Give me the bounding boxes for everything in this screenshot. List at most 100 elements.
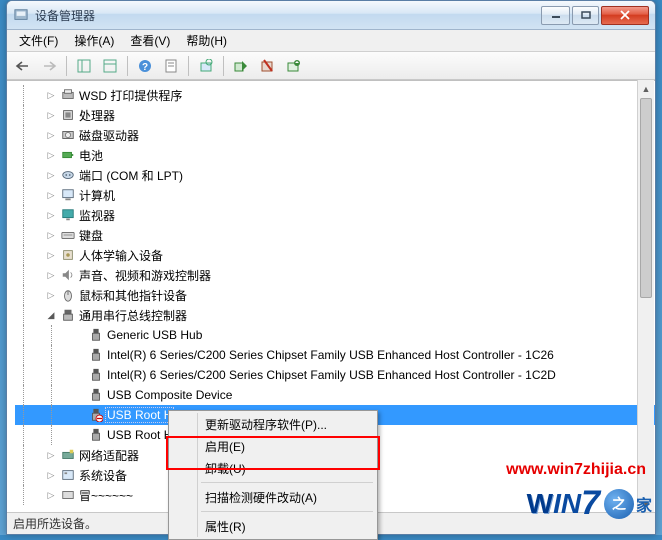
uninstall-button[interactable] (255, 55, 279, 77)
node-label: 人体学输入设备 (77, 247, 165, 264)
scroll-up-button[interactable]: ▲ (638, 80, 654, 97)
usb-disabled-icon (87, 407, 105, 423)
node-label: 通用串行总线控制器 (77, 307, 189, 324)
node-label: 系统设备 (77, 467, 129, 484)
menu-view[interactable]: 查看(V) (122, 30, 178, 51)
menu-file[interactable]: 文件(F) (11, 30, 66, 51)
minimize-button[interactable] (541, 6, 570, 25)
expand-icon[interactable] (43, 250, 59, 261)
scan-hardware-button[interactable] (194, 55, 218, 77)
expand-icon[interactable] (43, 450, 59, 461)
system-icon (59, 467, 77, 483)
menu-action[interactable]: 操作(A) (66, 30, 122, 51)
node-label: 磁盘驱动器 (77, 127, 141, 144)
menu-help[interactable]: 帮助(H) (178, 30, 235, 51)
computer-icon (59, 187, 77, 203)
tree-node-usb-child[interactable]: USB Composite Device (15, 385, 655, 405)
node-label: USB Root H (105, 428, 174, 442)
expand-icon[interactable] (43, 490, 59, 501)
tree-node-cpu[interactable]: 处理器 (15, 105, 655, 125)
titlebar[interactable]: 设备管理器 (7, 1, 655, 30)
expand-icon[interactable] (43, 110, 59, 121)
help-button[interactable]: ? (133, 55, 157, 77)
expand-icon[interactable] (43, 470, 59, 481)
context-menu: 更新驱动程序软件(P)... 启用(E) 卸载(U) 扫描检测硬件改动(A) 属… (168, 410, 378, 540)
expand-icon[interactable] (43, 170, 59, 181)
ctx-separator (201, 482, 373, 483)
console-tree-button[interactable] (72, 55, 96, 77)
app-icon (13, 7, 29, 23)
show-hide-button[interactable] (98, 55, 122, 77)
close-button[interactable] (601, 6, 649, 25)
svg-text:?: ? (142, 62, 148, 73)
properties-button[interactable] (159, 55, 183, 77)
hid-icon (59, 247, 77, 263)
ctx-update-driver[interactable]: 更新驱动程序软件(P)... (171, 413, 375, 435)
expand-icon[interactable] (43, 270, 59, 281)
node-label: 鼠标和其他指针设备 (77, 287, 189, 304)
node-label: 冒~~~~~~ (77, 487, 135, 504)
tree-node-computer[interactable]: 计算机 (15, 185, 655, 205)
ctx-scan[interactable]: 扫描检测硬件改动(A) (171, 486, 375, 508)
toolbar-separator (66, 56, 67, 76)
tree-node-sound[interactable]: 声音、视频和游戏控制器 (15, 265, 655, 285)
window-controls (541, 6, 649, 25)
tree-node-disk[interactable]: 磁盘驱动器 (15, 125, 655, 145)
node-label: WSD 打印提供程序 (77, 87, 184, 104)
usb-controller-icon (59, 307, 77, 323)
device-icon (59, 487, 77, 503)
node-label: 电池 (77, 147, 105, 164)
node-label: Intel(R) 6 Series/C200 Series Chipset Fa… (105, 368, 558, 382)
ctx-separator (201, 511, 373, 512)
node-label: Intel(R) 6 Series/C200 Series Chipset Fa… (105, 348, 556, 362)
tree-node-mouse[interactable]: 鼠标和其他指针设备 (15, 285, 655, 305)
vertical-scrollbar[interactable]: ▲ ▼ (637, 80, 654, 512)
tree-node-usb-child[interactable]: Generic USB Hub (15, 325, 655, 345)
enable-button[interactable] (229, 55, 253, 77)
network-icon (59, 447, 77, 463)
expand-icon[interactable] (43, 190, 59, 201)
monitor-icon (59, 207, 77, 223)
window-title: 设备管理器 (35, 7, 541, 24)
node-label: 网络适配器 (77, 447, 141, 464)
node-label: 端口 (COM 和 LPT) (77, 167, 185, 184)
keyboard-icon (59, 227, 77, 243)
tree-node-keyboard[interactable]: 键盘 (15, 225, 655, 245)
tree-node-usb[interactable]: 通用串行总线控制器 (15, 305, 655, 325)
port-icon (59, 167, 77, 183)
scroll-down-button[interactable]: ▼ (638, 495, 654, 512)
menubar: 文件(F) 操作(A) 查看(V) 帮助(H) (7, 30, 655, 52)
toolbar-separator (127, 56, 128, 76)
forward-button[interactable] (37, 55, 61, 77)
collapse-icon[interactable] (43, 310, 59, 321)
expand-icon[interactable] (43, 210, 59, 221)
tree-node-wsd[interactable]: WSD 打印提供程序 (15, 85, 655, 105)
usb-icon (87, 327, 105, 343)
tree-node-usb-child[interactable]: Intel(R) 6 Series/C200 Series Chipset Fa… (15, 345, 655, 365)
expand-icon[interactable] (43, 150, 59, 161)
ctx-enable[interactable]: 启用(E) (171, 435, 375, 457)
node-label: 处理器 (77, 107, 117, 124)
expand-icon[interactable] (43, 130, 59, 141)
expand-icon[interactable] (43, 290, 59, 301)
disk-icon (59, 127, 77, 143)
tree-node-hid[interactable]: 人体学输入设备 (15, 245, 655, 265)
tree-node-ports[interactable]: 端口 (COM 和 LPT) (15, 165, 655, 185)
battery-icon (59, 147, 77, 163)
expand-icon[interactable] (43, 230, 59, 241)
tree-node-battery[interactable]: 电池 (15, 145, 655, 165)
node-label: 键盘 (77, 227, 105, 244)
scroll-thumb[interactable] (640, 98, 652, 298)
node-label: USB Root H (105, 407, 174, 423)
ctx-properties[interactable]: 属性(R) (171, 515, 375, 537)
node-label: USB Composite Device (105, 388, 234, 402)
sound-icon (59, 267, 77, 283)
update-driver-button[interactable] (281, 55, 305, 77)
node-label: 监视器 (77, 207, 117, 224)
maximize-button[interactable] (572, 6, 599, 25)
ctx-uninstall[interactable]: 卸载(U) (171, 457, 375, 479)
tree-node-usb-child[interactable]: Intel(R) 6 Series/C200 Series Chipset Fa… (15, 365, 655, 385)
expand-icon[interactable] (43, 90, 59, 101)
tree-node-monitor[interactable]: 监视器 (15, 205, 655, 225)
back-button[interactable] (11, 55, 35, 77)
